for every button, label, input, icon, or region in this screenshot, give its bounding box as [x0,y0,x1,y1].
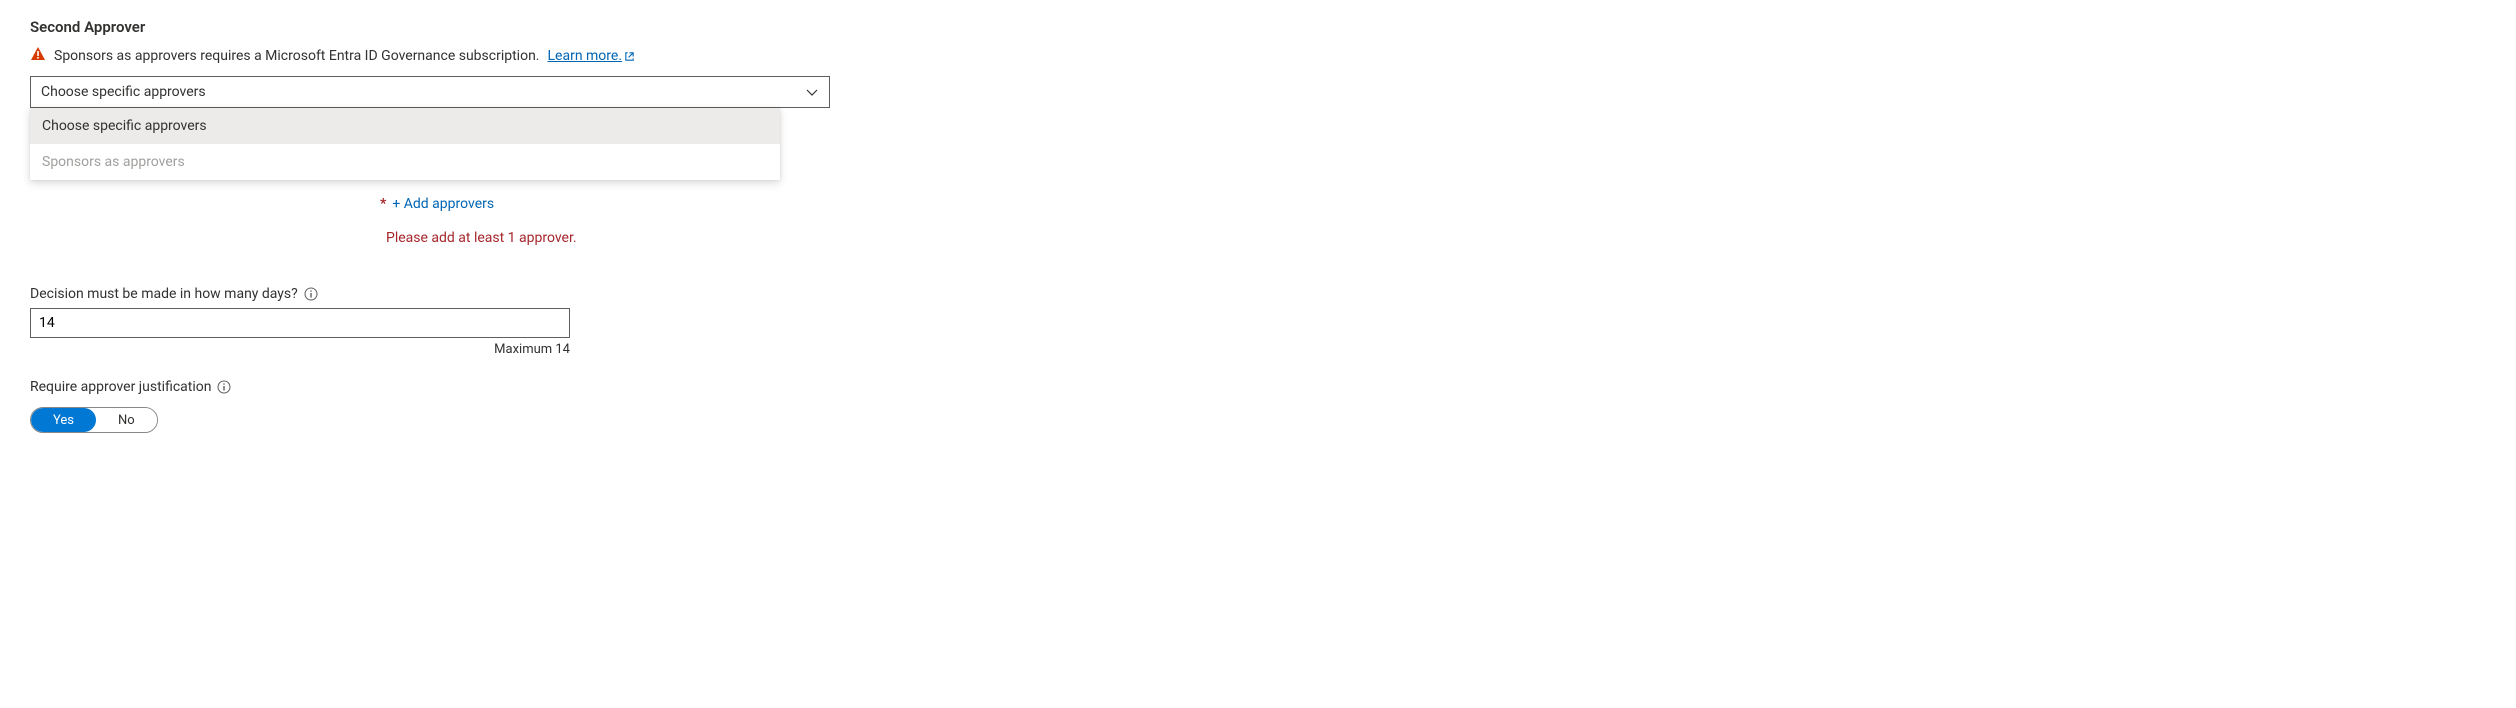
external-link-icon [624,51,635,62]
dropdown-option-sponsors: Sponsors as approvers [30,144,780,180]
required-asterisk: * [380,196,386,212]
add-approvers-row: * + Add approvers [380,196,2486,212]
warning-icon [30,46,46,66]
dropdown-option-choose-specific[interactable]: Choose specific approvers [30,108,780,144]
justification-yes[interactable]: Yes [31,408,96,432]
error-message: Please add at least 1 approver. [386,230,2486,246]
decision-days-label: Decision must be made in how many days? [30,286,2486,302]
section-title: Second Approver [30,18,2486,36]
decision-days-input[interactable] [30,308,570,338]
add-approvers-link[interactable]: + Add approvers [392,196,494,212]
learn-more-text: Learn more. [548,48,623,64]
dropdown-selected-value: Choose specific approvers [41,84,206,100]
justification-label: Require approver justification [30,379,2486,395]
info-bar: Sponsors as approvers requires a Microso… [30,46,2486,66]
justification-label-text: Require approver justification [30,379,211,395]
decision-days-hint: Maximum 14 [30,342,570,357]
justification-toggle: Yes No [30,407,158,433]
dropdown-list: Choose specific approvers Sponsors as ap… [30,108,780,180]
approver-type-dropdown[interactable]: Choose specific approvers [30,76,830,108]
decision-days-label-text: Decision must be made in how many days? [30,286,298,302]
justification-no[interactable]: No [96,408,157,432]
chevron-down-icon [805,85,819,99]
learn-more-link[interactable]: Learn more. [548,48,636,64]
approver-type-dropdown-wrapper: Choose specific approvers Choose specifi… [30,76,830,108]
justification-field: Require approver justification Yes No [30,379,2486,433]
info-icon[interactable] [304,287,318,301]
info-icon[interactable] [217,380,231,394]
decision-days-field: Decision must be made in how many days? … [30,286,2486,357]
info-text: Sponsors as approvers requires a Microso… [54,48,540,64]
